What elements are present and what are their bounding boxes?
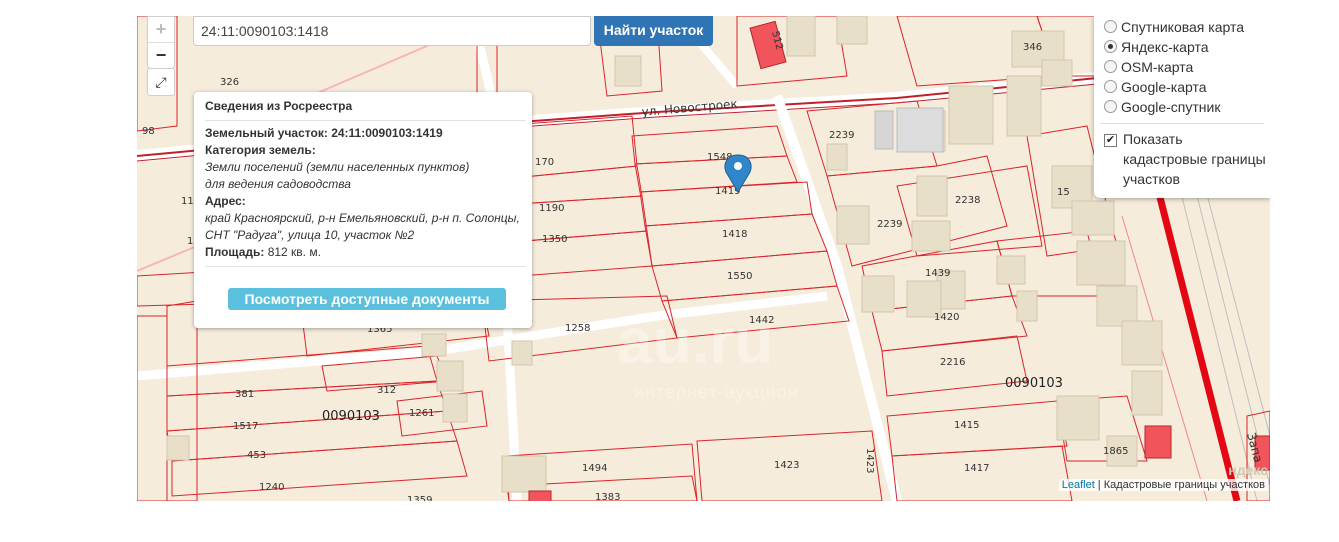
address-value-line1: край Красноярский, р-н Емельяновский, р-… [205,211,520,225]
parcel-label: 2239 [877,219,902,230]
parcel-label: 11 [181,196,194,207]
parcel-label: 15 [1057,187,1070,198]
zoom-in-button[interactable]: + [148,17,174,42]
layer-option-osm[interactable]: OSM-карта [1104,57,1193,77]
layer-option-label: Яндекс-карта [1121,39,1209,55]
popup-title: Сведения из Росреестра [205,99,353,113]
parcel-label: 1865 [1103,446,1128,457]
popup-divider [205,120,526,121]
parcel-label: 1423 [774,460,799,471]
popup-divider [205,266,526,267]
category-value-line1: Земли поселений (земли населенных пункто… [205,160,470,174]
leaflet-link[interactable]: Leaflet [1062,479,1095,491]
parcel-number-row: Земельный участок: 24:11:0090103:1419 [205,126,443,140]
block-label: 0090103 [1005,376,1063,391]
parcel-label: 1258 [565,323,590,334]
parcel-label: 381 [235,389,254,400]
area-row: Площадь: 812 кв. м. [205,245,321,259]
parcel-label: 1417 [964,463,989,474]
area-label: Площадь: [205,245,265,259]
cadastral-boundaries-checkbox[interactable]: ✔ [1104,134,1117,147]
layer-switcher: Спутниковая карта Яндекс-карта OSM-карта… [1094,16,1270,198]
parcel-label: 1494 [582,463,607,474]
layer-option-yandex[interactable]: Яндекс-карта [1104,37,1208,57]
parcel-label: 1517 [233,421,258,432]
parcel-label: 98 [142,126,155,137]
map-canvas[interactable]: ул. Новостроек Запа 0090103 0090103 1548… [137,16,1270,501]
layer-option-satellite[interactable]: Спутниковая карта [1104,17,1244,37]
layer-option-label: OSM-карта [1121,59,1194,75]
attribution-text: | Кадастровые границы участков [1094,479,1265,491]
parcel-label: 1261 [409,408,434,419]
map-attribution: Leaflet | Кадастровые границы участков [1058,479,1268,491]
yandex-logo: ндекс [1228,462,1268,478]
parcel-label: 453 [247,450,266,461]
parcel-label: 1240 [259,482,284,493]
layer-option-label: Google-карта [1121,79,1207,95]
zoom-control: + − [147,16,175,69]
parcel-label: 1359 [407,495,432,501]
view-documents-button[interactable]: Посмотреть доступные документы [228,288,506,310]
parcel-label: 1415 [954,420,979,431]
parcel-label: 1420 [934,312,959,323]
parcel-label: 1439 [925,268,950,279]
layer-option-label: Google-спутник [1121,99,1221,115]
layer-option-google-satellite[interactable]: Google-спутник [1104,97,1220,117]
layer-option-google-map[interactable]: Google-карта [1104,77,1207,97]
radio-icon[interactable] [1104,60,1117,73]
parcel-label: 346 [1023,42,1042,53]
address-value-line2: СНТ "Радуга", улица 10, участок №2 [205,228,415,242]
area-value: 812 кв. м. [267,245,321,259]
parcel-number-label: Земельный участок: [205,126,328,140]
parcel-label: 1383 [595,492,620,501]
parcel-label: 1190 [539,203,564,214]
layer-option-label: Спутниковая карта [1121,19,1244,35]
parcel-label: 1423 [864,448,875,473]
parcel-label: 1350 [542,234,567,245]
radio-selected-icon[interactable] [1104,40,1117,53]
layer-divider [1100,123,1264,124]
parcel-label: 312 [377,385,396,396]
watermark: au.ru [617,305,774,377]
zoom-out-button[interactable]: − [148,42,174,68]
radio-icon[interactable] [1104,80,1117,93]
category-value-line2: для ведения садоводства [205,177,351,191]
parcel-label: 1418 [722,229,747,240]
parcel-info-popup: Сведения из Росреестра Земельный участок… [194,92,532,328]
parcel-number-value: 24:11:0090103:1419 [331,126,443,140]
find-parcel-button[interactable]: Найти участок [594,16,713,46]
parcel-label: 2216 [940,357,965,368]
parcel-label: 1550 [727,271,752,282]
cadastral-boundaries-label: Показать кадастровые границы участков [1123,131,1266,187]
watermark-subtitle: интернет-аукцион [634,382,799,402]
parcel-label: 2239 [829,130,854,141]
cadastral-search-input[interactable]: 24:11:0090103:1418 [193,16,591,46]
block-label: 0090103 [322,409,380,424]
parcel-label: 326 [220,77,239,88]
fullscreen-icon[interactable]: ⤢ [147,68,175,96]
radio-icon[interactable] [1104,20,1117,33]
address-label: Адрес: [205,194,246,208]
category-label: Категория земель: [205,143,316,157]
parcel-label: 170 [535,157,554,168]
parcel-label: 2238 [955,195,980,206]
radio-icon[interactable] [1104,100,1117,113]
